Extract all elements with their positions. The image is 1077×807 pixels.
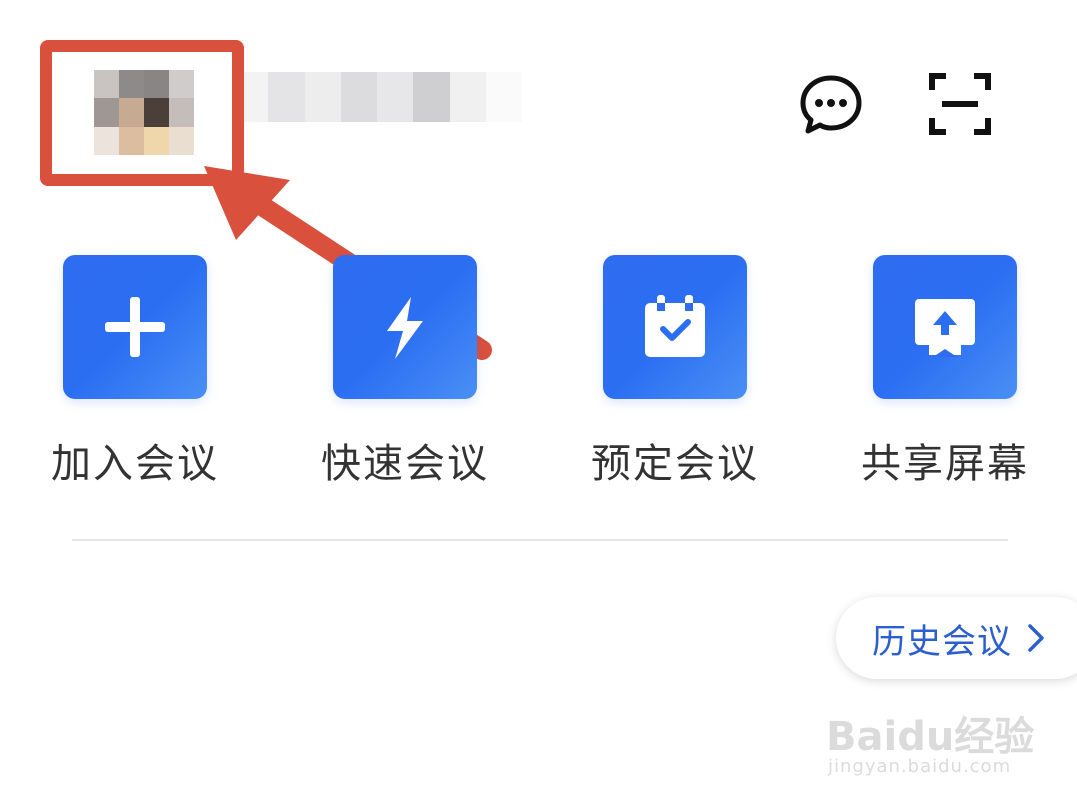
quick-meeting-button[interactable] xyxy=(333,255,477,399)
lightning-icon xyxy=(387,297,423,359)
baidu-watermark: Baidu经验 jingyan.baidu.com xyxy=(826,690,1066,790)
share-screen-button[interactable] xyxy=(873,255,1017,399)
watermark-brand: Baidu经验 xyxy=(826,714,1035,760)
share-screen-action[interactable]: 共享屏幕 xyxy=(850,255,1040,489)
scan-icon[interactable] xyxy=(928,72,992,136)
annotation-highlight-box xyxy=(40,40,244,186)
join-meeting-label: 加入会议 xyxy=(51,441,219,487)
join-meeting-button[interactable] xyxy=(63,255,207,399)
share-screen-label: 共享屏幕 xyxy=(861,441,1029,487)
chevron-right-icon xyxy=(1028,624,1044,652)
history-meetings-label: 历史会议 xyxy=(872,621,1012,662)
quick-meeting-action[interactable]: 快速会议 xyxy=(310,255,500,489)
calendar-check-icon xyxy=(645,295,705,357)
watermark-url: jingyan.baidu.com xyxy=(828,756,1012,777)
join-meeting-action[interactable]: 加入会议 xyxy=(40,255,230,489)
share-screen-icon xyxy=(915,299,975,357)
message-bubble-icon[interactable] xyxy=(799,72,863,136)
quick-meeting-label: 快速会议 xyxy=(321,441,489,487)
username-blurred xyxy=(232,72,522,122)
plus-icon xyxy=(105,297,165,357)
schedule-meeting-button[interactable] xyxy=(603,255,747,399)
app-screen: 加入会议 快速会议 预定会议 共享屏幕 历史会议 Baidu经验 jingyan… xyxy=(0,0,1077,807)
schedule-meeting-action[interactable]: 预定会议 xyxy=(580,255,770,489)
quick-actions: 加入会议 快速会议 预定会议 共享屏幕 xyxy=(0,255,1077,487)
divider xyxy=(72,539,1008,541)
schedule-meeting-label: 预定会议 xyxy=(591,441,759,487)
history-meetings-button[interactable]: 历史会议 xyxy=(836,597,1077,679)
